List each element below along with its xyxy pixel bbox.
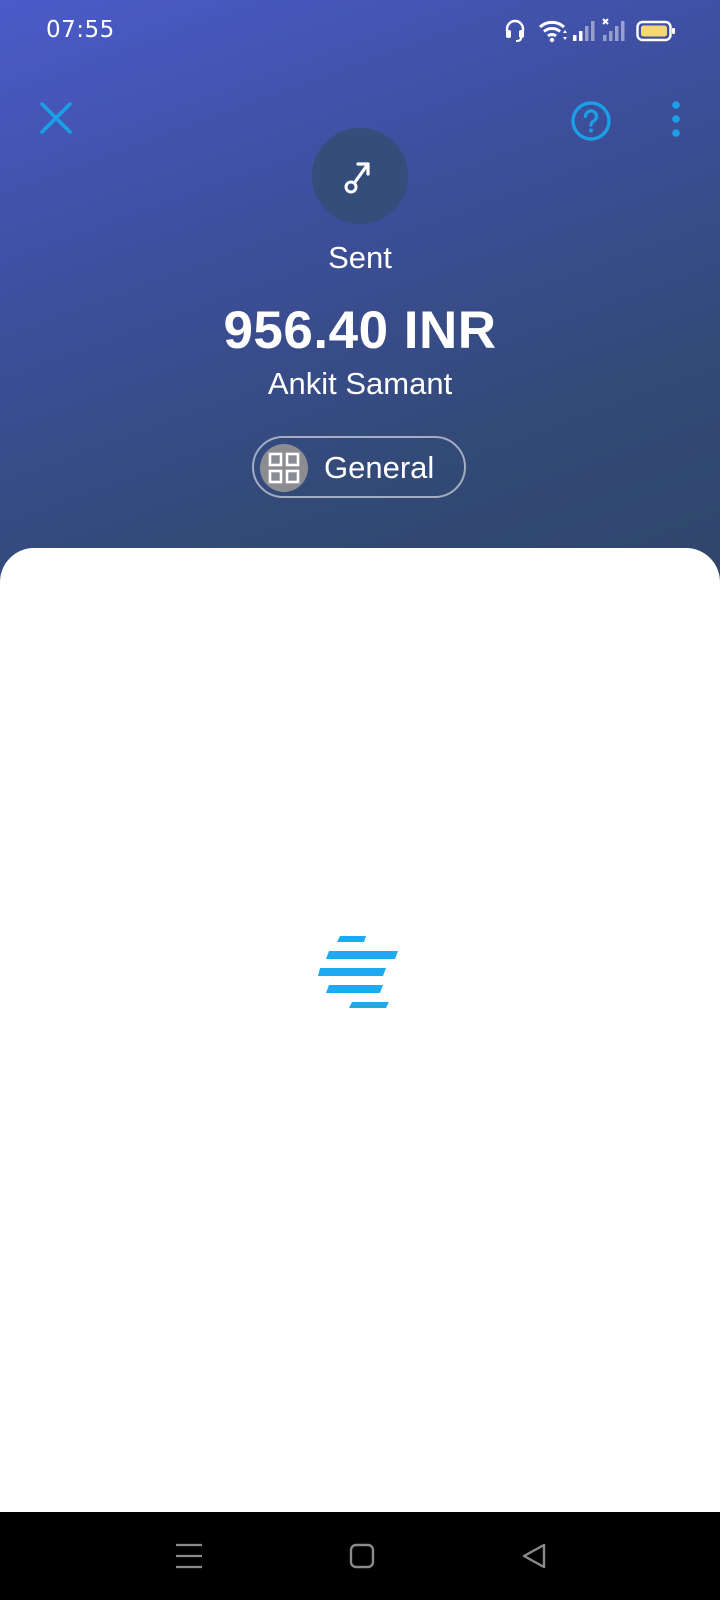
category-label: General xyxy=(324,450,435,485)
menu-icon[interactable] xyxy=(174,1542,204,1570)
home-icon[interactable] xyxy=(348,1542,376,1570)
grid-icon xyxy=(268,452,300,484)
wifi-icon xyxy=(539,20,567,43)
back-icon[interactable] xyxy=(520,1542,548,1570)
headset-icon xyxy=(505,19,525,42)
more-options-button[interactable] xyxy=(660,100,692,140)
recipient-name: Ankit Samant xyxy=(267,366,453,401)
loading-spinner-icon xyxy=(318,936,398,1008)
close-icon xyxy=(40,102,72,134)
more-vertical-icon xyxy=(672,101,680,137)
transaction-amount: 956.40 INR xyxy=(223,301,497,360)
status-time: 07:55 xyxy=(46,17,115,43)
category-icon-badge xyxy=(260,444,308,492)
help-button[interactable] xyxy=(570,100,612,142)
close-button[interactable] xyxy=(36,98,76,138)
help-icon xyxy=(571,101,611,141)
sent-arrow-icon xyxy=(344,162,370,194)
details-sheet xyxy=(0,548,720,1512)
transaction-type-badge xyxy=(312,128,408,224)
signal-icon xyxy=(573,21,595,41)
status-bar: 07:55 xyxy=(0,0,720,64)
transaction-status: Sent xyxy=(328,240,392,275)
category-chip[interactable]: General xyxy=(252,436,466,498)
system-navigation-bar xyxy=(0,1512,720,1600)
signal-no-service-icon xyxy=(602,18,625,41)
transaction-header: 07:55 Sent 956.40 INR Ankit Samant Gener… xyxy=(0,0,720,600)
battery-icon xyxy=(636,20,675,42)
